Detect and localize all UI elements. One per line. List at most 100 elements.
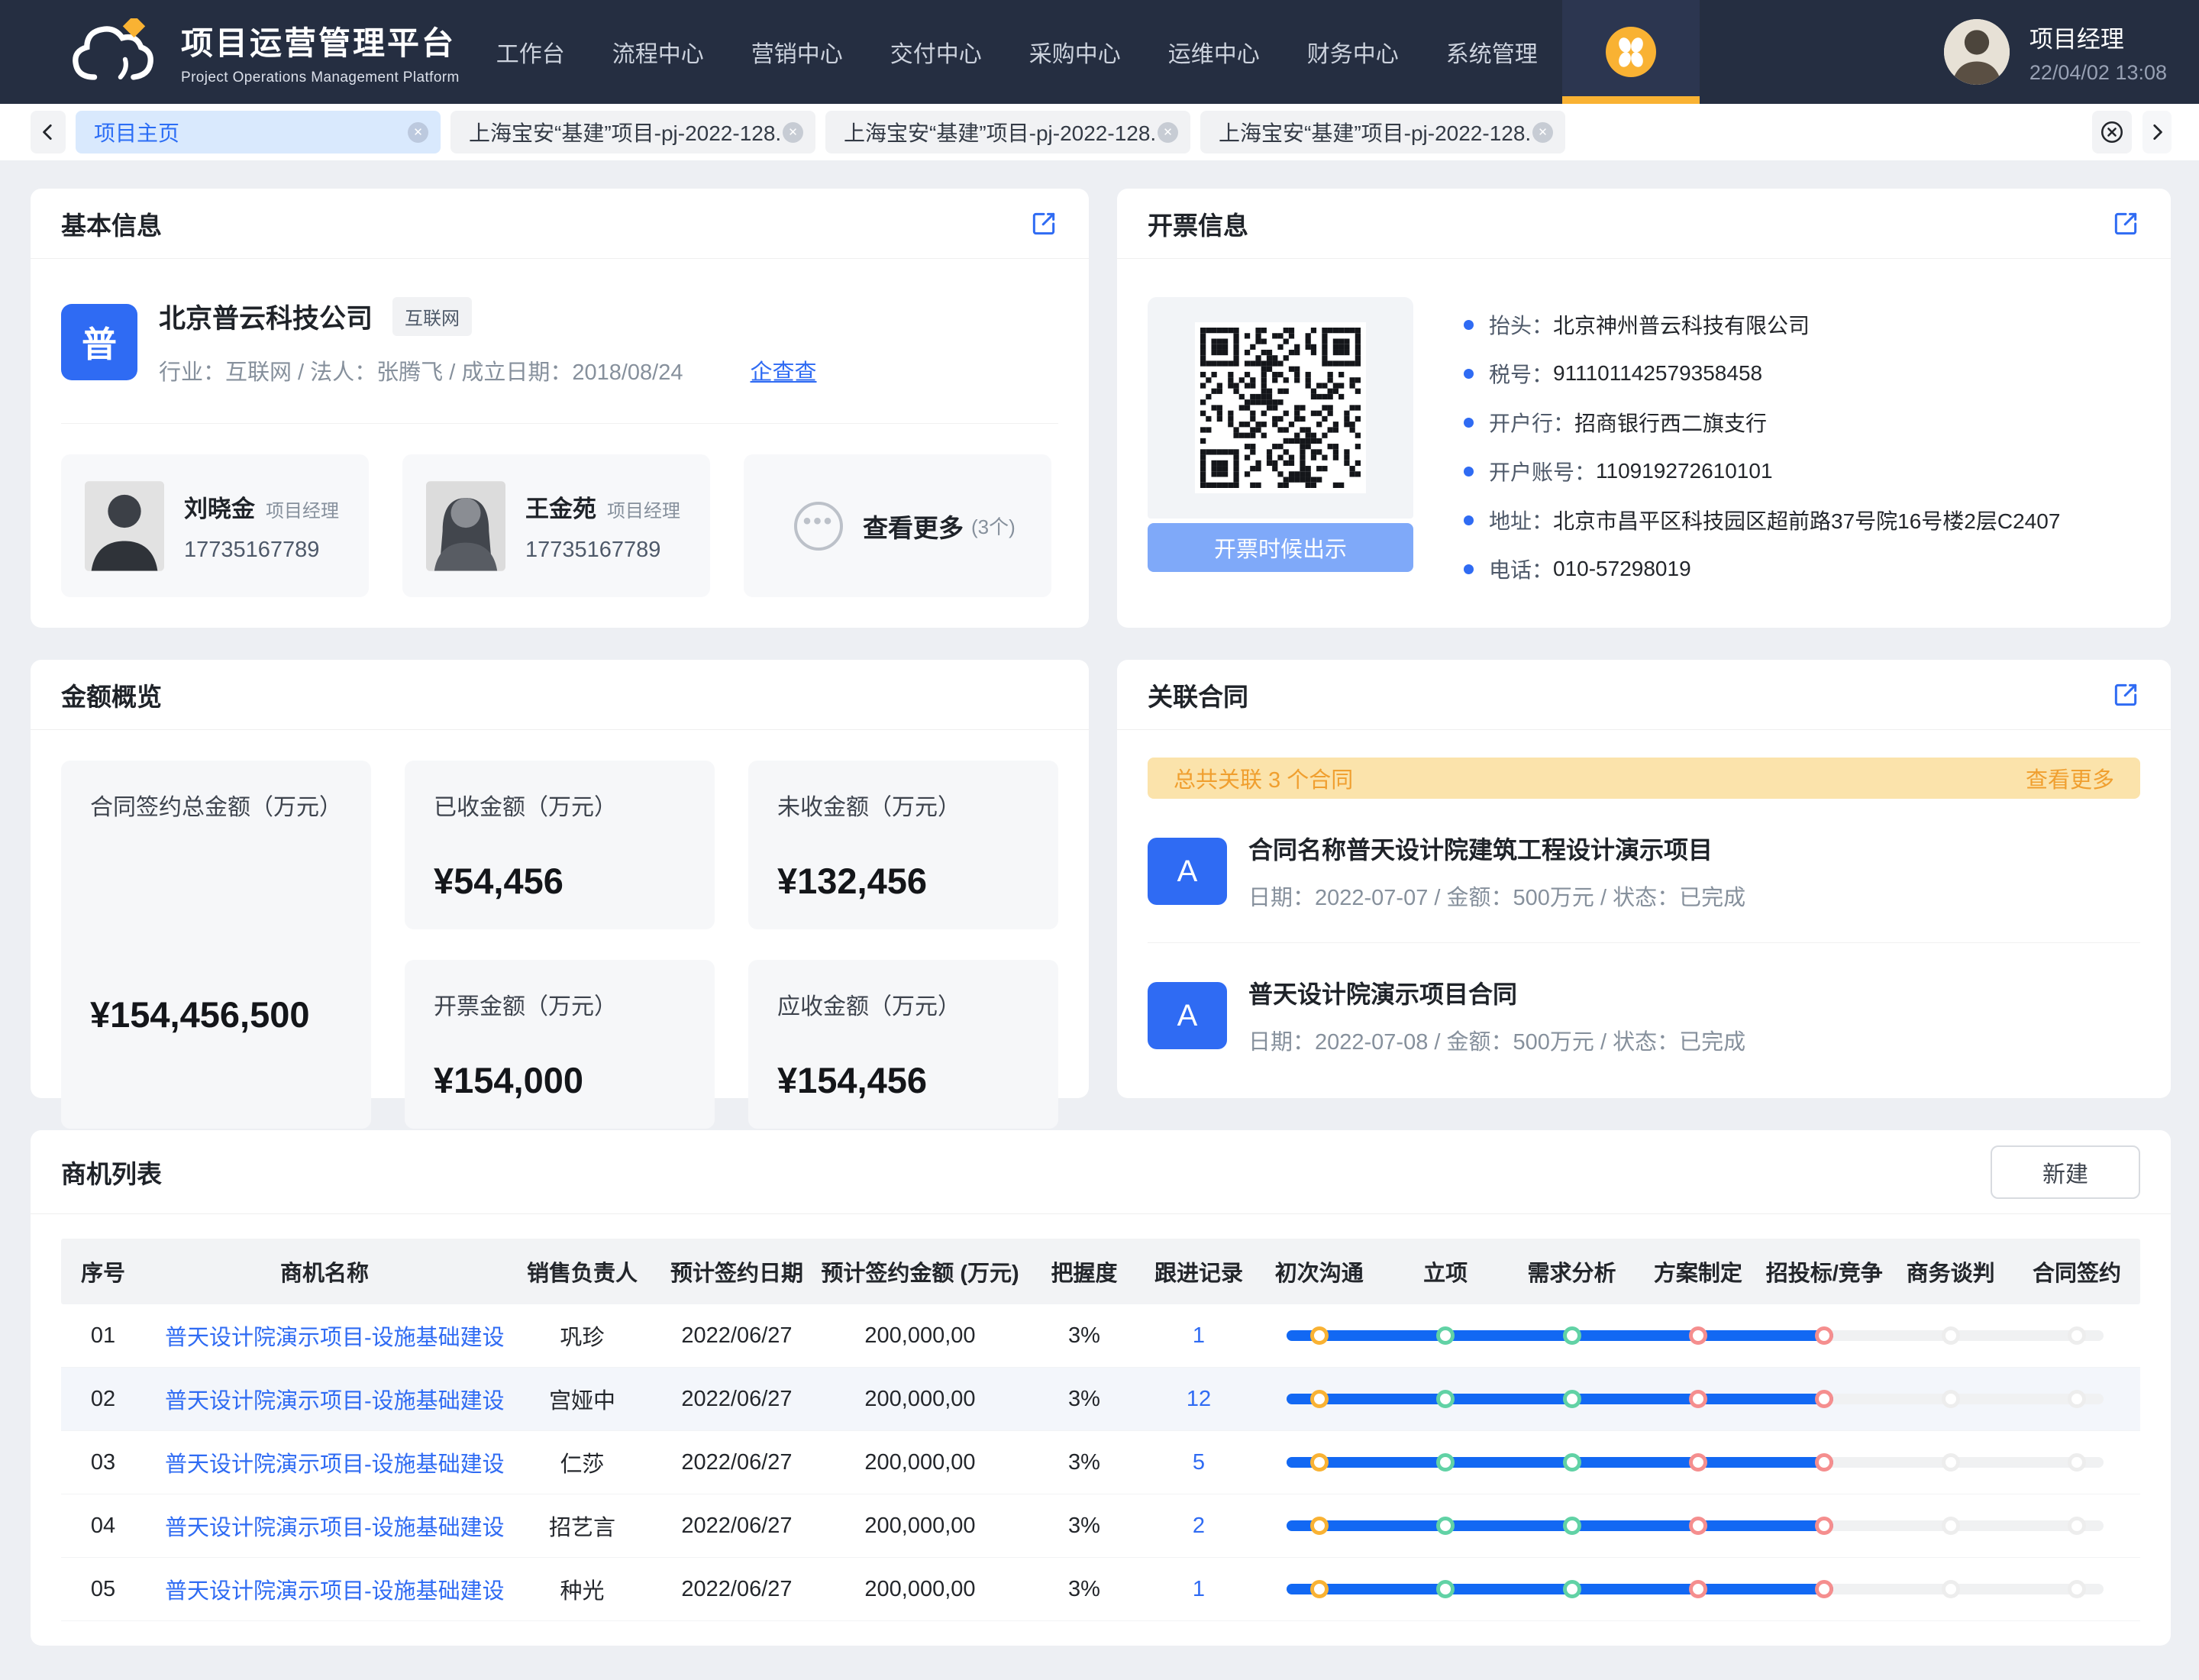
amount-value: ¥154,000 [434, 1059, 686, 1101]
tab-label: 上海宝安“基建”项目-pj-2022-128... [469, 117, 783, 147]
tab[interactable]: 项目主页 ✕ [76, 111, 441, 153]
basic-info-external-link-icon[interactable] [1029, 209, 1058, 238]
apps-button[interactable] [1562, 0, 1700, 104]
tab-close-icon[interactable]: ✕ [1532, 122, 1553, 143]
apps-grid-icon [1606, 27, 1656, 77]
contracts-view-more-link[interactable]: 查看更多 [2026, 762, 2114, 794]
contract-list: A合同名称普天设计院建筑工程设计演示项目日期：2022-07-07 / 金额：5… [1148, 799, 2140, 1087]
stage-dot-gray [1942, 1390, 1960, 1408]
tab[interactable]: 上海宝安“基建”项目-pj-2022-128...✕ [450, 111, 815, 153]
stage-dot-gray [2068, 1390, 2086, 1408]
opportunity-name-link[interactable]: 普天设计院演示项目-设施基础建设 [145, 1446, 504, 1478]
amount-label: 未收金额（万元） [777, 788, 1029, 822]
member-name: 王金苑 [525, 489, 596, 524]
close-all-tabs-button[interactable] [2092, 111, 2132, 153]
stage-column-header: 商务谈判 [1887, 1255, 2013, 1287]
follow-up-count-link[interactable]: 1 [1141, 1323, 1256, 1349]
tab-label: 项目主页 [94, 117, 179, 147]
contracts-card: 关联合同 总共关联 3 个合同 查看更多 A合同名称普天设计院建筑工程设计演示项… [1117, 660, 2171, 1098]
tab-close-icon[interactable]: ✕ [1158, 122, 1178, 143]
follow-up-count-link[interactable]: 12 [1141, 1387, 1256, 1412]
nav-item[interactable]: 财务中心 [1307, 35, 1399, 69]
table-row: 04普天设计院演示项目-设施基础建设招艺言2022/06/27200,000,0… [61, 1494, 2140, 1558]
opportunity-name-link[interactable]: 普天设计院演示项目-设施基础建设 [145, 1573, 504, 1605]
invoice-external-link-icon[interactable] [2111, 209, 2140, 238]
show-when-invoicing-button[interactable]: 开票时候出示 [1148, 523, 1413, 572]
member-card[interactable]: 刘晓金项目经理17735167789 [61, 454, 369, 597]
invoice-item-label: 开户行： [1489, 407, 1574, 438]
nav-item[interactable]: 运维中心 [1168, 35, 1260, 69]
member-phone: 17735167789 [184, 538, 339, 563]
avatar [1944, 19, 2010, 85]
table-body: 01普天设计院演示项目-设施基础建设巩珍2022/06/27200,000,00… [61, 1304, 2140, 1621]
follow-up-count-link[interactable]: 5 [1141, 1450, 1256, 1475]
contract-item[interactable]: A合同名称普天设计院建筑工程设计演示项目日期：2022-07-07 / 金额：5… [1148, 799, 2140, 942]
nav-item[interactable]: 交付中心 [890, 35, 982, 69]
amount-value: ¥154,456,500 [90, 993, 342, 1035]
tab-list: 项目主页✕上海宝安“基建”项目-pj-2022-128...✕上海宝安“基建”项… [76, 111, 1565, 153]
stage-dot-red [1815, 1326, 1833, 1345]
expected-sign-date: 2022/06/27 [660, 1514, 813, 1539]
member-phone: 17735167789 [525, 538, 680, 563]
sales-owner: 仁莎 [504, 1446, 660, 1478]
amount-tile: 未收金额（万元）¥132,456 [748, 761, 1058, 929]
app-subtitle: Project Operations Management Platform [181, 69, 460, 86]
contracts-external-link-icon[interactable] [2111, 680, 2140, 709]
confidence: 3% [1027, 1577, 1141, 1602]
contract-meta: 日期：2022-07-07 / 金额：500万元 / 状态：已完成 [1248, 880, 1745, 912]
column-header: 商机名称 [145, 1255, 504, 1287]
nav-item[interactable]: 营销中心 [751, 35, 843, 69]
expected-sign-amount: 200,000,00 [813, 1450, 1027, 1475]
stage-column-header: 方案制定 [1635, 1255, 1761, 1287]
progress-fill [1287, 1584, 1833, 1594]
column-header: 跟进记录 [1141, 1255, 1256, 1287]
nav-item[interactable]: 系统管理 [1446, 35, 1538, 69]
opportunity-name-link[interactable]: 普天设计院演示项目-设施基础建设 [145, 1383, 504, 1415]
tab-close-icon[interactable]: ✕ [408, 122, 428, 143]
table-row: 02普天设计院演示项目-设施基础建设宫娅中2022/06/27200,000,0… [61, 1368, 2140, 1431]
contracts-count-text: 总共关联 3 个合同 [1174, 762, 1353, 794]
qichacha-link[interactable]: 企查查 [751, 354, 817, 386]
tab[interactable]: 上海宝安“基建”项目-pj-2022-128...✕ [825, 111, 1190, 153]
new-opportunity-button[interactable]: 新建 [1991, 1145, 2140, 1199]
stage-dot-amber [1310, 1390, 1329, 1408]
stage-column-header: 合同签约 [2013, 1255, 2139, 1287]
bullet-dot-icon [1464, 564, 1474, 574]
table-row: 03普天设计院演示项目-设施基础建设仁莎2022/06/27200,000,00… [61, 1431, 2140, 1494]
confidence: 3% [1027, 1323, 1141, 1349]
progress-fill [1287, 1394, 1833, 1404]
view-more-members-button[interactable]: ••• 查看更多 (3个) [744, 454, 1051, 597]
nav-item[interactable]: 流程中心 [612, 35, 704, 69]
sales-owner: 宫娅中 [504, 1383, 660, 1415]
stage-dot-red [1815, 1453, 1833, 1472]
opportunities-title: 商机列表 [61, 1154, 162, 1191]
follow-up-count-link[interactable]: 1 [1141, 1577, 1256, 1602]
opportunity-name-link[interactable]: 普天设计院演示项目-设施基础建设 [145, 1510, 504, 1542]
expected-sign-date: 2022/06/27 [660, 1387, 813, 1412]
column-header: 预计签约金额 (万元) [813, 1255, 1027, 1287]
amount-tile: 已收金额（万元）¥54,456 [405, 761, 715, 929]
invoice-item-value: 010-57298019 [1553, 557, 1691, 581]
invoice-info-item: 税号：911101142579358458 [1464, 349, 2060, 398]
tab[interactable]: 上海宝安“基建”项目-pj-2022-128...✕ [1200, 111, 1565, 153]
nav-item[interactable]: 工作台 [496, 35, 565, 69]
invoice-title: 开票信息 [1148, 205, 1248, 242]
member-card[interactable]: 王金苑项目经理17735167789 [402, 454, 710, 597]
app-title: 项目运营管理平台 [181, 18, 460, 64]
tabs-next-button[interactable] [2142, 111, 2172, 153]
user-menu[interactable]: 项目经理 22/04/02 13:08 [1944, 19, 2167, 85]
stage-dot-red [1689, 1326, 1707, 1345]
stage-dot-red [1815, 1580, 1833, 1598]
ellipsis-icon: ••• [794, 502, 843, 551]
stage-dot-gray [1942, 1517, 1960, 1535]
tabs-prev-button[interactable] [31, 111, 66, 153]
nav-item[interactable]: 采购中心 [1029, 35, 1121, 69]
expected-sign-amount: 200,000,00 [813, 1387, 1027, 1412]
follow-up-count-link[interactable]: 2 [1141, 1514, 1256, 1539]
sales-owner: 招艺言 [504, 1510, 660, 1542]
tab-close-icon[interactable]: ✕ [783, 122, 803, 143]
amount-label: 应收金额（万元） [777, 987, 1029, 1021]
opportunity-name-link[interactable]: 普天设计院演示项目-设施基础建设 [145, 1320, 504, 1352]
stage-dot-green [1563, 1390, 1581, 1408]
contract-item[interactable]: A普天设计院演示项目合同日期：2022-07-08 / 金额：500万元 / 状… [1148, 942, 2140, 1087]
